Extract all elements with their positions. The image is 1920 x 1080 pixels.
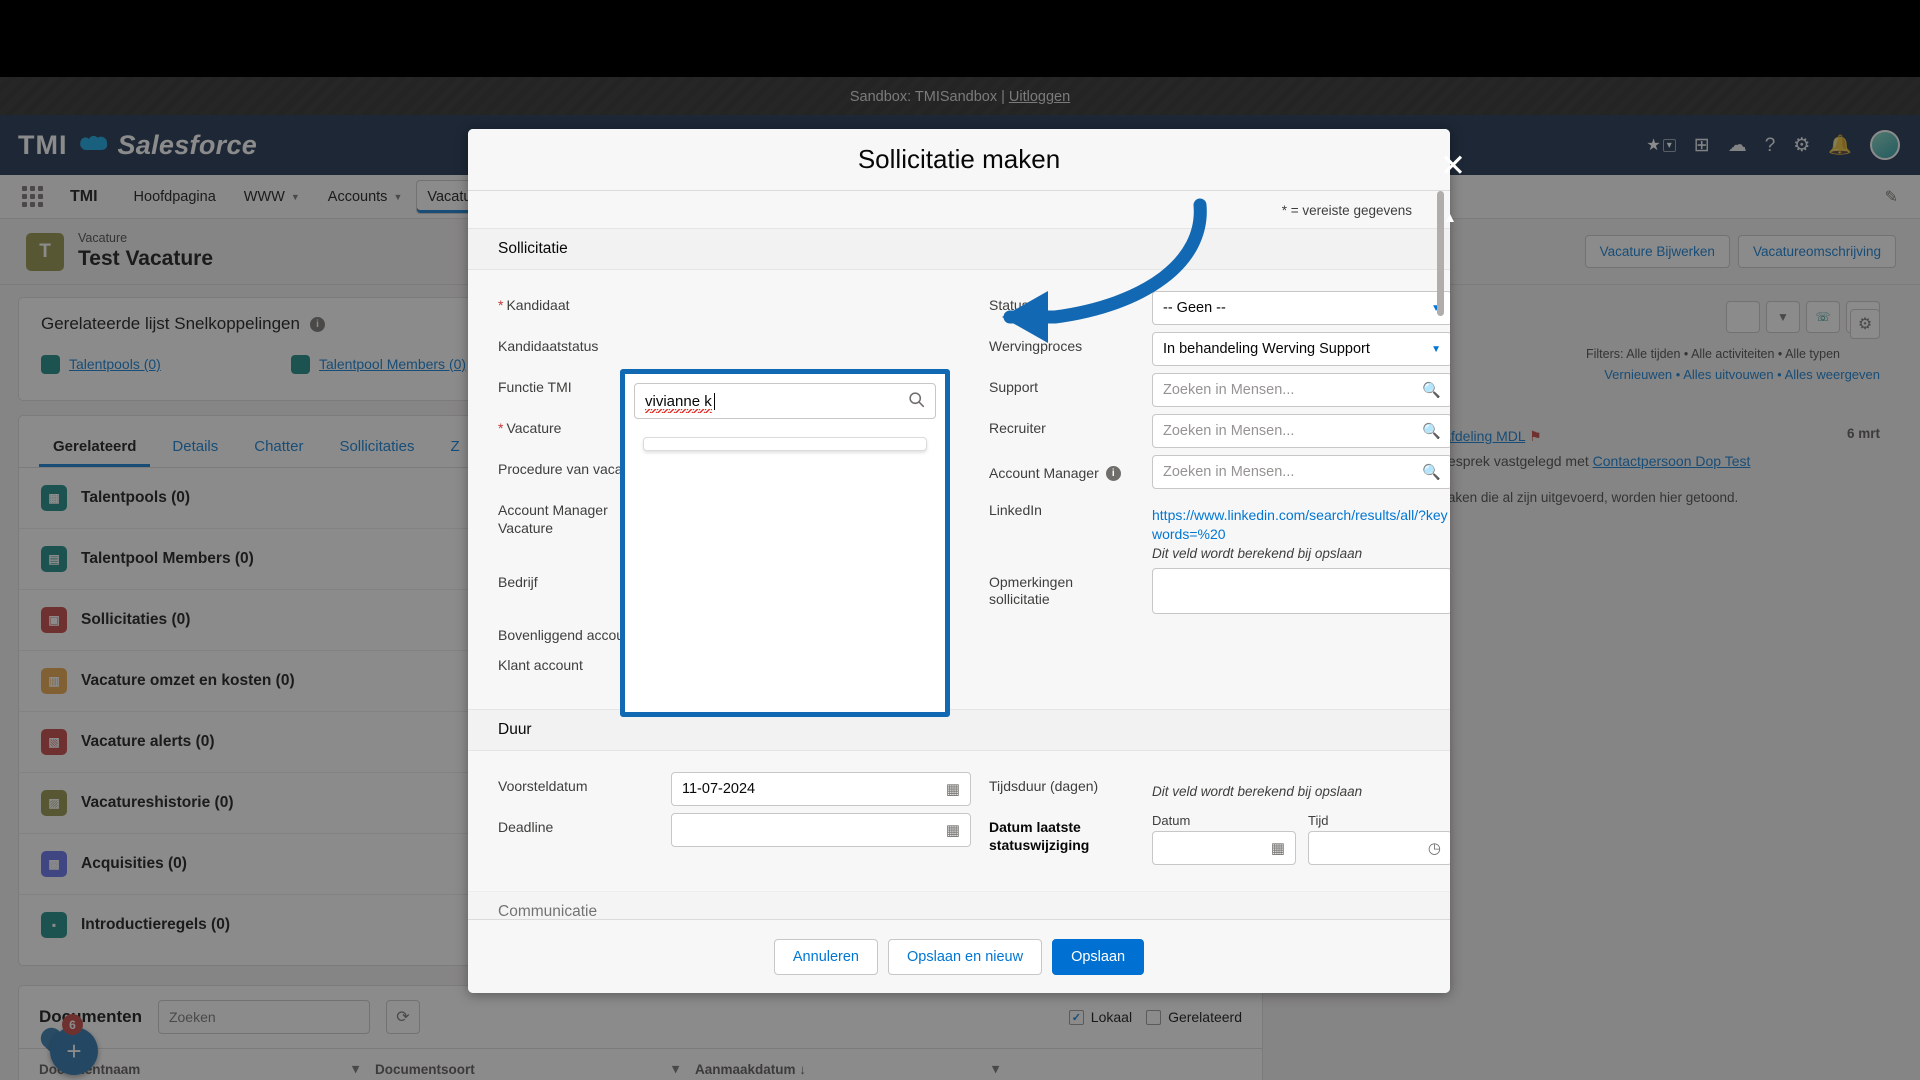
- calendar-icon[interactable]: ▦: [946, 780, 960, 798]
- label-status: Status: [989, 297, 1029, 313]
- wervingproces-select[interactable]: In behandeling Werving Support ▼: [1152, 332, 1450, 366]
- account-manager-placeholder: Zoeken in Mensen...: [1163, 464, 1295, 480]
- tijd-group: Tijd ◷: [1308, 813, 1450, 866]
- tijd-input[interactable]: ◷: [1308, 831, 1450, 866]
- scroll-up-icon[interactable]: ▲: [1443, 209, 1457, 225]
- datum-group: Datum ▦: [1152, 813, 1296, 866]
- field-voorsteldatum: 11-07-2024 ▦: [671, 765, 971, 807]
- support-placeholder: Zoeken in Mensen...: [1163, 382, 1295, 398]
- linkedin-url[interactable]: https://www.linkedin.com/search/results/…: [1152, 496, 1450, 544]
- label-linkedin: LinkedIn: [989, 502, 1042, 518]
- support-lookup[interactable]: Zoeken in Mensen... 🔍: [1152, 373, 1450, 407]
- status-value: -- Geen --: [1163, 300, 1226, 316]
- spacer-cell: [1152, 614, 1450, 621]
- voorsteldatum-input[interactable]: 11-07-2024 ▦: [671, 772, 971, 807]
- cancel-button[interactable]: Annuleren: [773, 938, 878, 975]
- recruiter-placeholder: Zoeken in Mensen...: [1163, 423, 1295, 439]
- spacer-cell-2: [1152, 644, 1450, 651]
- section-header-sollicitatie: Sollicitatie: [468, 228, 1450, 270]
- field-status: -- Geen --▼: [1152, 284, 1450, 325]
- kandidaat-query-text: vivianne k: [645, 392, 712, 413]
- tijdsduur-calc-note: Dit veld wordt berekend bij opslaan: [1152, 784, 1363, 800]
- screen-root: Sandbox: TMISandbox | Uitloggen TMI Sale…: [0, 0, 1920, 1080]
- label-support: Support: [989, 379, 1039, 395]
- modal-content: * = vereiste gegevens Sollicitatie Kandi…: [468, 191, 1450, 919]
- label-recruiter: Recruiter: [989, 420, 1046, 436]
- clock-icon[interactable]: ◷: [1428, 839, 1441, 857]
- field-recruiter: Zoeken in Mensen... 🔍: [1152, 407, 1450, 448]
- datum-label: Datum: [1152, 813, 1191, 829]
- field-tijdsduur: Dit veld wordt berekend bij opslaan: [1152, 765, 1450, 799]
- voorsteldatum-value: 11-07-2024: [682, 781, 756, 798]
- linkedin-hint: Dit veld wordt berekend bij opslaan: [1152, 545, 1363, 561]
- label-tijdsduur: Tijdsduur (dagen): [989, 778, 1099, 795]
- modal-footer: Annuleren Opslaan en nieuw Opslaan: [468, 919, 1450, 993]
- wervingproces-value: In behandeling Werving Support: [1163, 341, 1370, 357]
- field-account-manager: Zoeken in Mensen... 🔍: [1152, 448, 1450, 489]
- sollicitatie-modal: Sollicitatie maken * = vereiste gegevens…: [468, 129, 1450, 993]
- field-linkedin: https://www.linkedin.com/search/results/…: [1152, 489, 1450, 561]
- spacer-label: [989, 614, 1134, 627]
- modal-title: Sollicitatie maken: [468, 129, 1450, 191]
- status-select[interactable]: -- Geen --▼: [1152, 291, 1450, 325]
- account-manager-lookup[interactable]: Zoeken in Mensen... 🔍: [1152, 455, 1450, 489]
- more-results-item[interactable]: Meer resultaten tonen voor "vivianne k": [644, 444, 926, 450]
- datum-input[interactable]: ▦: [1152, 831, 1296, 866]
- kandidaat-lookup-panel: vivianne k Meer resultaten tonen voor "v…: [620, 369, 950, 717]
- opmerkingen-textarea[interactable]: [1152, 567, 1450, 614]
- form-grid-sollicitatie: Kandidaat Status -- Geen --▼ Kandidaatst…: [468, 270, 1450, 687]
- field-deadline: ▦: [671, 806, 971, 848]
- field-wervingproces: In behandeling Werving Support ▼: [1152, 325, 1450, 366]
- label-voorsteldatum: Voorsteldatum: [498, 778, 588, 795]
- label-wervingproces: Wervingproces: [989, 338, 1083, 354]
- deadline-input[interactable]: ▦: [671, 813, 971, 848]
- kandidaat-lookup-inner: vivianne k Meer resultaten tonen voor "v…: [634, 383, 936, 451]
- close-icon[interactable]: ✕: [1440, 150, 1920, 181]
- section-header-communicatie: Communicatie: [468, 891, 1450, 919]
- label-datum-laatste-statuswijziging: Datum laatste statuswijziging: [989, 819, 1090, 853]
- account-manager-label-text: Account Manager: [989, 465, 1099, 481]
- field-opmerkingen: [1152, 561, 1450, 614]
- tijd-label: Tijd: [1308, 813, 1329, 829]
- info-icon[interactable]: i: [1105, 466, 1121, 482]
- field-kandidaatstatus: [671, 325, 971, 366]
- kandidaat-search-input[interactable]: vivianne k: [634, 383, 936, 419]
- text-caret: [713, 392, 715, 410]
- recruiter-lookup[interactable]: Zoeken in Mensen... 🔍: [1152, 414, 1450, 448]
- spacer-label-2: [989, 644, 1134, 657]
- label-opmerkingen: Opmerkingen sollicitatie: [989, 573, 1074, 608]
- modal-scrollbar[interactable]: [1437, 191, 1447, 791]
- calendar-icon[interactable]: ▦: [1271, 839, 1285, 857]
- save-and-new-button[interactable]: Opslaan en nieuw: [888, 938, 1043, 975]
- browser-viewport: Sandbox: TMISandbox | Uitloggen TMI Sale…: [0, 77, 1920, 1080]
- label-account-manager: Account Manager i: [989, 448, 1134, 483]
- section-header-duur: Duur: [468, 709, 1450, 752]
- required-legend: * = vereiste gegevens: [1281, 203, 1412, 218]
- field-support: Zoeken in Mensen... 🔍: [1152, 366, 1450, 407]
- kandidaat-results-list: Meer resultaten tonen voor "vivianne k" …: [643, 437, 927, 451]
- label-deadline: Deadline: [498, 819, 554, 836]
- field-kandidaat: [671, 284, 971, 325]
- save-button[interactable]: Opslaan: [1052, 938, 1145, 975]
- calendar-icon[interactable]: ▦: [946, 821, 960, 839]
- form-grid-duur: Voorsteldatum 11-07-2024 ▦ Tijdsduur (dag…: [468, 751, 1450, 873]
- search-icon[interactable]: [908, 391, 925, 412]
- label-kandidaat: Kandidaat: [498, 284, 653, 315]
- label-kandidaatstatus: Kandidaatstatus: [498, 338, 599, 354]
- field-datum-tijd: Datum ▦ Tijd ◷: [1152, 806, 1450, 866]
